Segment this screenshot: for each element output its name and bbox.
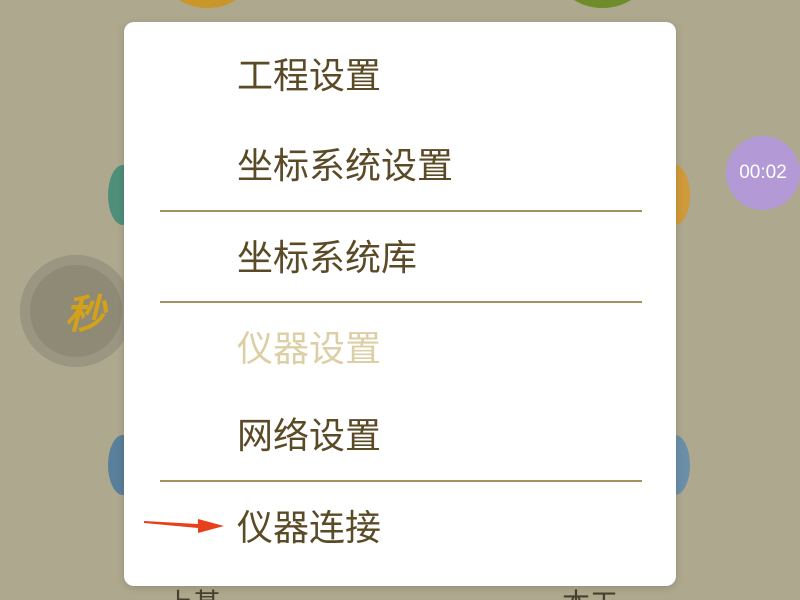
menu-divider xyxy=(160,210,642,212)
timer-text: 00:02 xyxy=(739,162,787,183)
menu-item-instrument-settings: 仪器设置 xyxy=(237,329,382,370)
background-circle-top-left xyxy=(160,0,255,8)
timer-badge: 00:02 xyxy=(726,136,800,210)
menu-item-instrument-connection[interactable]: 仪器连接 xyxy=(237,507,381,551)
menu-divider xyxy=(160,301,642,303)
menu-item-project-settings[interactable]: 工程设置 xyxy=(237,55,381,99)
red-pointer-arrow-icon xyxy=(144,519,224,533)
seconds-glyph: 秒 xyxy=(65,292,105,338)
menu-item-coordinate-system-library[interactable]: 坐标系统库 xyxy=(237,237,417,281)
settings-popup-menu: 工程设置 坐标系统设置 坐标系统库 仪器设置 网络设置 仪器连接 xyxy=(124,22,676,586)
seconds-badge: 秒 xyxy=(20,255,132,367)
menu-item-network-settings[interactable]: 网络设置 xyxy=(237,415,381,459)
menu-divider xyxy=(160,480,642,482)
menu-item-coordinate-system-settings[interactable]: 坐标系统设置 xyxy=(237,145,453,189)
background-circle-top-right xyxy=(555,0,650,8)
